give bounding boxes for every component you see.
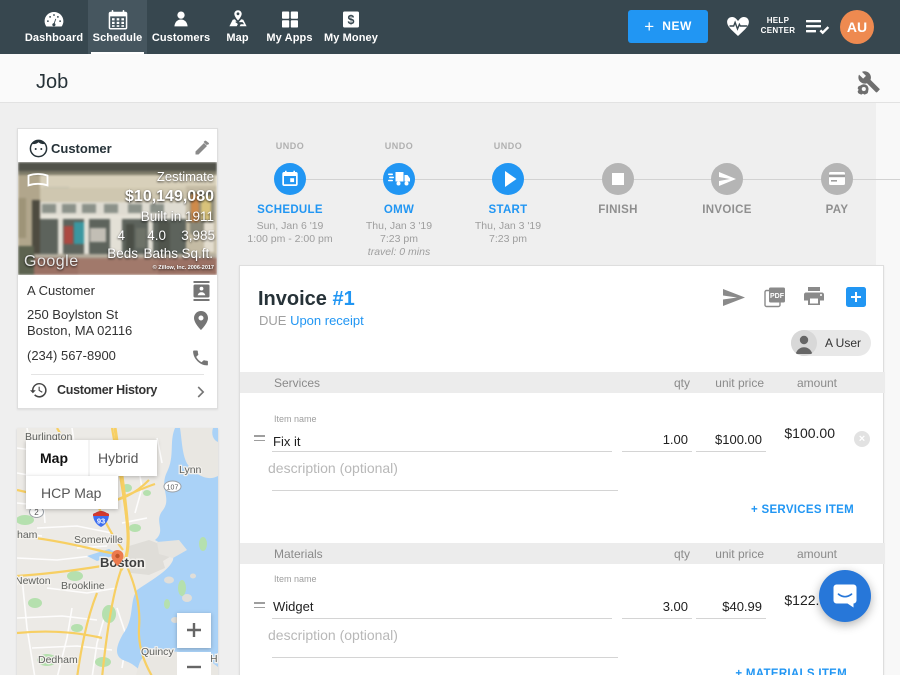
svg-text:HCP Map: HCP Map [41,485,102,501]
svg-text:Somerville: Somerville [74,534,123,546]
svg-text:Hi: Hi [210,653,218,665]
svg-text:$: $ [348,13,355,27]
svg-text:Brookline: Brookline [61,580,105,592]
svg-text:PDF: PDF [770,293,785,300]
svg-text:Dedham: Dedham [38,654,78,666]
svg-text:Quincy: Quincy [141,646,174,658]
svg-text:Lynn: Lynn [179,464,202,476]
svg-text:93: 93 [97,517,105,526]
svg-text:107: 107 [167,485,179,492]
svg-text:Hybrid: Hybrid [98,450,138,466]
svg-text:ham: ham [17,529,38,541]
svg-text:2: 2 [34,508,39,517]
svg-text:Map: Map [40,450,68,466]
svg-text:Newton: Newton [17,575,51,587]
